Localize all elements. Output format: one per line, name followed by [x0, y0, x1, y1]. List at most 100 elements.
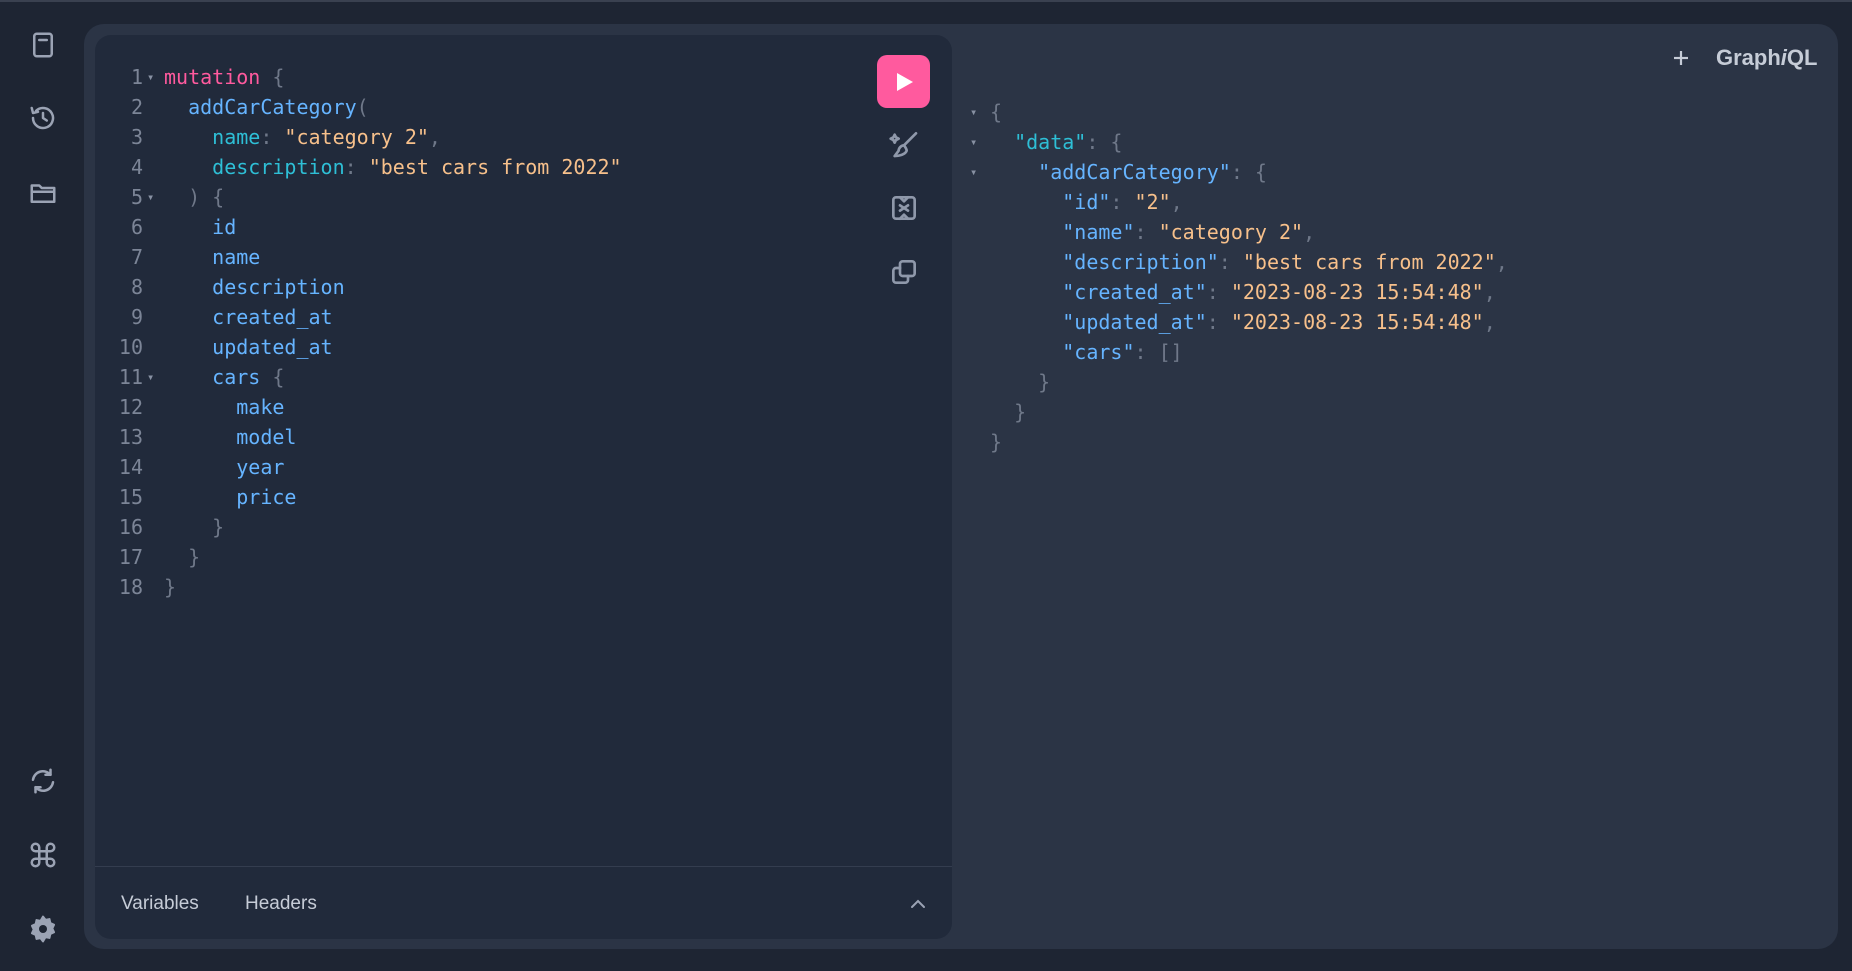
code-token: { — [260, 65, 285, 89]
query-editor[interactable]: 1 ▾ mutation {2 addCarCategory(3 name: "ca… — [95, 62, 915, 602]
code-text: mutation { — [164, 62, 284, 92]
code-line[interactable]: 7 name — [95, 242, 915, 272]
code-token: id — [164, 215, 237, 239]
code-token: } — [164, 515, 225, 539]
add-tab-button[interactable] — [1667, 44, 1695, 72]
merge-fragments-button[interactable] — [885, 189, 923, 227]
result-token: , — [1483, 310, 1496, 334]
explorer-button[interactable] — [22, 172, 64, 214]
fold-toggle-icon[interactable]: ▾ — [147, 362, 154, 392]
code-line[interactable]: 14 year — [95, 452, 915, 482]
code-text: year — [164, 452, 284, 482]
copy-query-button[interactable] — [885, 253, 923, 291]
code-token: price — [164, 485, 297, 509]
result-text: } — [990, 397, 1026, 427]
code-line[interactable]: 3 name: "category 2", — [95, 122, 915, 152]
code-line[interactable]: 10 updated_at — [95, 332, 915, 362]
code-text: price — [164, 482, 296, 512]
result-token: , — [1170, 190, 1183, 214]
line-number: 11 — [118, 365, 143, 389]
merge-fragments-icon — [892, 196, 916, 220]
result-token: "2" — [1134, 190, 1171, 214]
code-line[interactable]: 6 id — [95, 212, 915, 242]
code-line[interactable]: 4 description: "best cars from 2022" — [95, 152, 915, 182]
fold-toggle-icon[interactable]: ▾ — [147, 182, 154, 212]
result-token: "2023-08-23 15:54:48" — [1230, 310, 1484, 334]
code-line[interactable]: 8 description — [95, 272, 915, 302]
query-editor-panel: 1 ▾ mutation {2 addCarCategory(3 name: "ca… — [95, 35, 952, 939]
result-token: "2023-08-23 15:54:48" — [1230, 280, 1484, 304]
line-number: 8 — [130, 275, 143, 299]
result-text: "data": { — [990, 127, 1122, 157]
chevron-up-icon[interactable] — [907, 893, 929, 915]
code-token: : — [344, 155, 369, 179]
explorer-folder-icon — [30, 184, 56, 203]
result-token: "name" — [990, 220, 1135, 244]
docs-button[interactable] — [22, 24, 64, 66]
logo-part: Graph — [1716, 45, 1781, 70]
result-text: } — [990, 427, 1002, 457]
line-number: 7 — [130, 245, 143, 269]
result-token: : — [1206, 280, 1231, 304]
result-token: } — [990, 430, 1003, 454]
code-text: } — [164, 542, 200, 572]
result-text: "updated_at": "2023-08-23 15:54:48", — [990, 307, 1496, 337]
code-text: description: "best cars from 2022" — [164, 152, 622, 182]
code-token: addCarCategory — [164, 95, 357, 119]
code-text: id — [164, 212, 236, 242]
code-token: ( — [356, 95, 369, 119]
result-token: "cars" — [990, 340, 1135, 364]
tab-headers[interactable]: Headers — [245, 893, 317, 915]
prettify-icon — [889, 132, 918, 158]
settings-button[interactable] — [22, 908, 64, 950]
fold-toggle-icon[interactable]: ▾ — [970, 157, 977, 187]
plus-icon — [1674, 51, 1688, 65]
fold-toggle-icon[interactable]: ▾ — [970, 97, 977, 127]
result-text: "name": "category 2", — [990, 217, 1315, 247]
result-token: : — [1134, 220, 1159, 244]
result-line: } — [970, 397, 1830, 427]
code-token: description — [164, 155, 345, 179]
result-text: "addCarCategory": { — [990, 157, 1267, 187]
result-token: : { — [1086, 130, 1123, 154]
code-line[interactable]: 13 model — [95, 422, 915, 452]
result-viewer[interactable]: ▾ { ▾ "data": { ▾ "addCarCategory": { "id":… — [970, 97, 1830, 457]
result-token: "data" — [990, 130, 1087, 154]
result-token: "description" — [990, 250, 1219, 274]
result-token: "created_at" — [990, 280, 1207, 304]
tab-variables[interactable]: Variables — [121, 893, 199, 915]
editor-tools-bar: Variables Headers — [95, 866, 952, 939]
result-line: "id": "2", — [970, 187, 1830, 217]
fold-toggle-icon[interactable]: ▾ — [147, 62, 154, 92]
code-text: cars { — [164, 362, 284, 392]
result-token: , — [1495, 250, 1508, 274]
code-line[interactable]: 5 ▾ ) { — [95, 182, 915, 212]
fold-toggle-icon[interactable]: ▾ — [970, 127, 977, 157]
result-token: , — [1303, 220, 1316, 244]
code-line[interactable]: 12 make — [95, 392, 915, 422]
result-line: } — [970, 427, 1830, 457]
history-button[interactable] — [22, 97, 64, 139]
line-number: 1 — [130, 65, 143, 89]
line-number: 18 — [118, 575, 143, 599]
code-text: created_at — [164, 302, 333, 332]
code-line[interactable]: 18} — [95, 572, 915, 602]
prettify-button[interactable] — [885, 125, 923, 163]
code-line[interactable]: 11 ▾ cars { — [95, 362, 915, 392]
settings-gear-icon — [30, 915, 56, 943]
code-line[interactable]: 1 ▾ mutation { — [95, 62, 915, 92]
shortcuts-button[interactable] — [22, 834, 64, 876]
code-line[interactable]: 15 price — [95, 482, 915, 512]
code-token: created_at — [164, 305, 333, 329]
refetch-schema-button[interactable] — [22, 760, 64, 802]
result-text: { — [990, 97, 1002, 127]
code-token: "best cars from 2022" — [368, 155, 622, 179]
code-token: make — [164, 395, 285, 419]
result-text: } — [990, 367, 1050, 397]
code-line[interactable]: 16 } — [95, 512, 915, 542]
code-line[interactable]: 17 } — [95, 542, 915, 572]
code-line[interactable]: 9 created_at — [95, 302, 915, 332]
run-query-button[interactable] — [877, 55, 930, 108]
code-line[interactable]: 2 addCarCategory( — [95, 92, 915, 122]
code-token: year — [164, 455, 285, 479]
